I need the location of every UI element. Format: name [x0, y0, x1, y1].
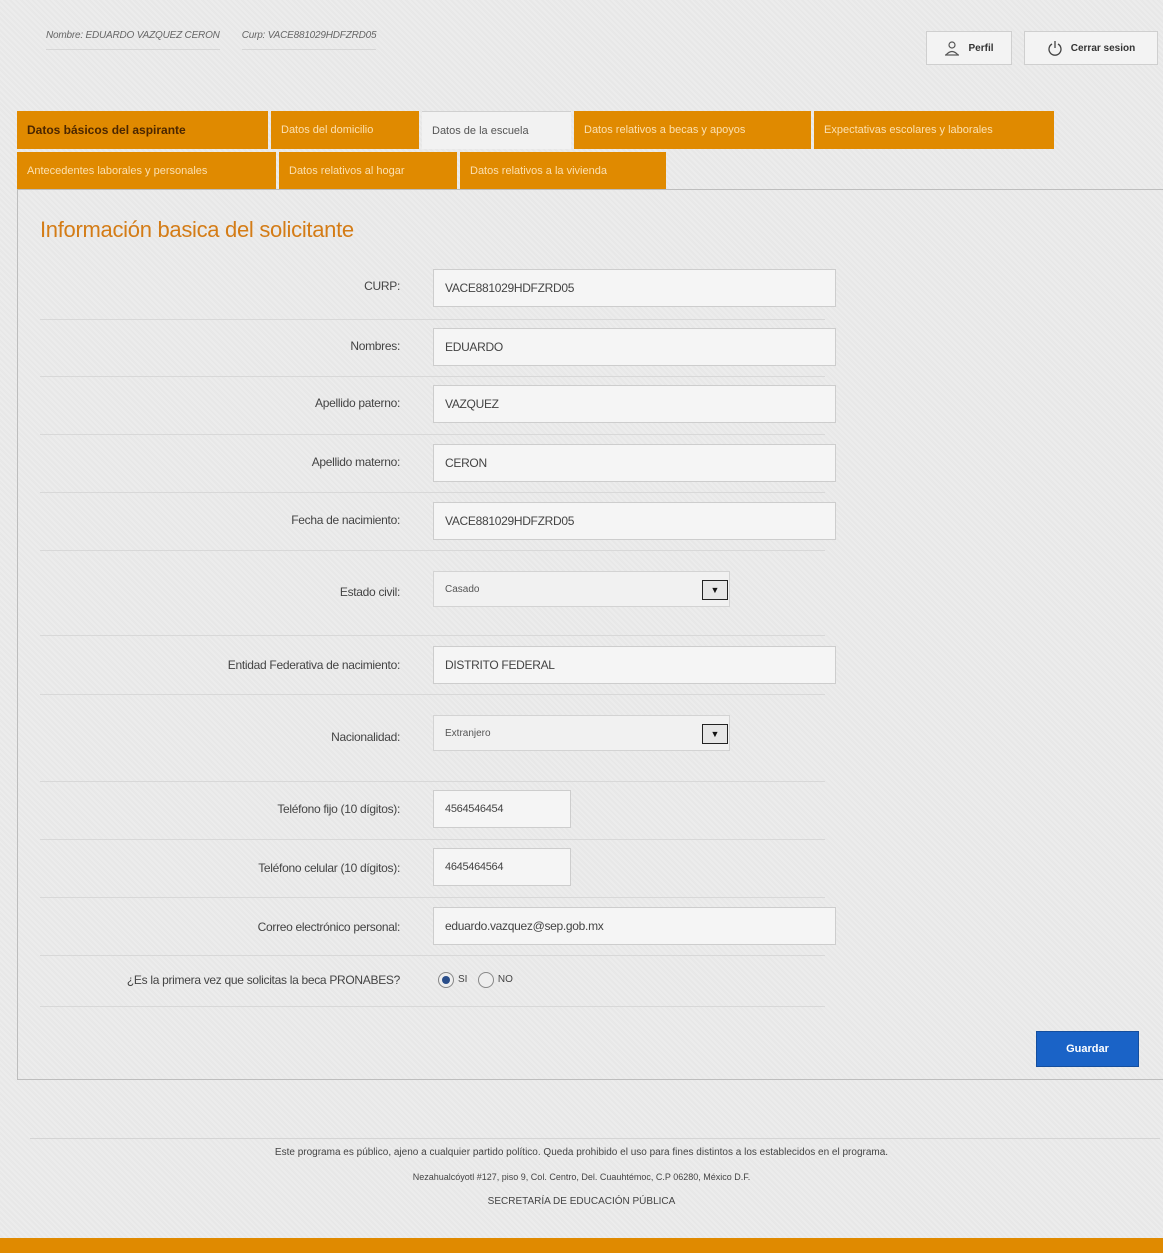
- telefono-fijo-label: Teléfono fijo (10 dígitos):: [277, 802, 400, 816]
- footer-divider: [30, 1138, 1160, 1139]
- row-telefono-celular: Teléfono celular (10 dígitos): 464546456…: [40, 840, 825, 898]
- tab-datos-domicilio[interactable]: Datos del domicilio: [271, 111, 419, 149]
- entidad-label: Entidad Federativa de nacimiento:: [227, 658, 401, 672]
- tab-row-1: Datos básicos del aspirante Datos del do…: [17, 111, 1057, 149]
- radio-no-label: NO: [497, 974, 513, 986]
- logout-button[interactable]: Cerrar sesion: [1024, 31, 1158, 65]
- row-entidad: Entidad Federativa de nacimiento: DISTRI…: [40, 636, 836, 695]
- tab-hogar[interactable]: Datos relativos al hogar: [279, 152, 457, 190]
- correo-field[interactable]: eduardo.vazquez@sep.gob.mx: [433, 907, 836, 945]
- profile-button[interactable]: Perfil: [926, 31, 1012, 65]
- tab-antecedentes[interactable]: Antecedentes laborales y personales: [17, 152, 276, 190]
- tab-expectativas[interactable]: Expectativas escolares y laborales: [814, 111, 1054, 149]
- row-nombres: Nombres: EDUARDO: [40, 320, 836, 377]
- radio-si[interactable]: [438, 971, 454, 988]
- telefono-fijo-field[interactable]: 4564546454: [433, 790, 571, 828]
- power-icon: [1048, 41, 1062, 56]
- form-title: Información basica del solicitante: [40, 217, 354, 242]
- radio-no[interactable]: [477, 971, 494, 988]
- curp-field[interactable]: VACE881029HDFZRD05: [433, 269, 836, 307]
- row-primera-vez: ¿Es la primera vez que solicitas la beca…: [40, 956, 825, 1007]
- primera-vez-options: SI NO: [438, 971, 519, 989]
- tab-datos-basicos[interactable]: Datos básicos del aspirante: [17, 111, 268, 149]
- telefono-celular-label: Teléfono celular (10 dígitos):: [258, 861, 400, 875]
- section-tabs: Datos básicos del aspirante Datos del do…: [17, 111, 1057, 190]
- entidad-field[interactable]: DISTRITO FEDERAL: [433, 646, 836, 684]
- estado-civil-value: Casado: [445, 583, 480, 595]
- tab-datos-escuela[interactable]: Datos de la escuela: [422, 111, 571, 149]
- row-correo: Correo electrónico personal: eduardo.vaz…: [40, 898, 836, 956]
- row-curp: CURP: VACE881029HDFZRD05: [40, 265, 836, 320]
- chevron-down-icon[interactable]: ▼: [702, 724, 728, 744]
- apellido-materno-field[interactable]: CERON: [433, 444, 836, 482]
- primera-vez-label: ¿Es la primera vez que solicitas la beca…: [126, 973, 400, 987]
- row-apellido-paterno: Apellido paterno: VAZQUEZ: [40, 377, 836, 435]
- fecha-nacimiento-label: Fecha de nacimiento:: [291, 513, 400, 527]
- chevron-down-icon[interactable]: ▼: [702, 580, 728, 600]
- profile-icon: [945, 41, 960, 56]
- user-name: Nombre: EDUARDO VAZQUEZ CERON: [46, 30, 220, 50]
- tab-becas-apoyos[interactable]: Datos relativos a becas y apoyos: [574, 111, 811, 149]
- nacionalidad-label: Nacionalidad:: [331, 730, 400, 744]
- form-panel: Información basica del solicitante CURP:…: [17, 189, 1163, 1080]
- fecha-nacimiento-field[interactable]: VACE881029HDFZRD05: [433, 502, 836, 540]
- footer-disclaimer: Este programa es público, ajeno a cualqu…: [274, 1147, 889, 1158]
- nombres-label: Nombres:: [350, 339, 400, 353]
- estado-civil-select[interactable]: Casado ▼: [433, 571, 730, 607]
- tab-vivienda[interactable]: Datos relativos a la vivienda: [460, 152, 666, 190]
- row-fecha-nacimiento: Fecha de nacimiento: VACE881029HDFZRD05: [40, 493, 836, 551]
- footer-institution: SECRETARÍA DE EDUCACIÓN PÚBLICA: [487, 1196, 676, 1207]
- apellido-materno-label: Apellido materno:: [311, 455, 401, 469]
- estado-civil-label: Estado civil:: [339, 585, 400, 599]
- user-curp: Curp: VACE881029HDFZRD05: [241, 30, 377, 50]
- user-info: Nombre: EDUARDO VAZQUEZ CERON Curp: VACE…: [46, 30, 377, 50]
- nombres-field[interactable]: EDUARDO: [433, 328, 836, 366]
- footer-address: Nezahualcóyotl #127, piso 9, Col. Centro…: [412, 1172, 751, 1182]
- correo-label: Correo electrónico personal:: [257, 920, 401, 934]
- bottom-bar: [0, 1238, 1163, 1253]
- row-nacionalidad: Nacionalidad: Extranjero ▼: [40, 695, 825, 782]
- logout-label: Cerrar sesion: [1070, 42, 1136, 54]
- row-apellido-materno: Apellido materno: CERON: [40, 435, 836, 493]
- row-telefono-fijo: Teléfono fijo (10 dígitos): 4564546454: [40, 782, 825, 840]
- telefono-celular-field[interactable]: 4645464564: [433, 848, 571, 886]
- apellido-paterno-label: Apellido paterno:: [315, 396, 400, 410]
- curp-label: CURP:: [364, 279, 400, 293]
- nacionalidad-select[interactable]: Extranjero ▼: [433, 715, 730, 751]
- radio-si-label: SI: [458, 974, 468, 986]
- tab-row-2: Antecedentes laborales y personales Dato…: [17, 152, 1057, 190]
- profile-label: Perfil: [968, 42, 994, 54]
- save-button[interactable]: Guardar: [1036, 1031, 1139, 1067]
- row-estado-civil: Estado civil: Casado ▼: [40, 551, 825, 636]
- apellido-paterno-field[interactable]: VAZQUEZ: [433, 385, 836, 423]
- nacionalidad-value: Extranjero: [445, 727, 491, 739]
